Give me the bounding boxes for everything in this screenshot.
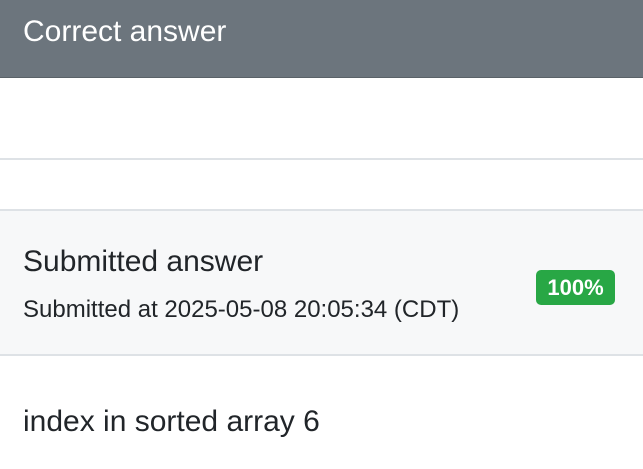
correct-answer-header: Correct answer bbox=[0, 0, 643, 78]
correct-answer-title: Correct answer bbox=[23, 15, 227, 48]
submission-title: Submitted answer bbox=[23, 245, 264, 278]
submission-timestamp: Submitted at 2025-05-08 20:05:34 (CDT) bbox=[23, 296, 460, 323]
submitted-answer-body: index in sorted array 6 bbox=[0, 356, 643, 469]
submission-header: Submitted answer Submitted at 2025-05-08… bbox=[0, 209, 643, 356]
submitted-answer-text: index in sorted array 6 bbox=[23, 405, 320, 438]
section-gap bbox=[0, 160, 643, 210]
score-badge: 100% bbox=[536, 270, 615, 305]
question-panel: Correct answer Submitted answer Submitte… bbox=[0, 0, 643, 469]
correct-answer-body bbox=[0, 78, 643, 160]
